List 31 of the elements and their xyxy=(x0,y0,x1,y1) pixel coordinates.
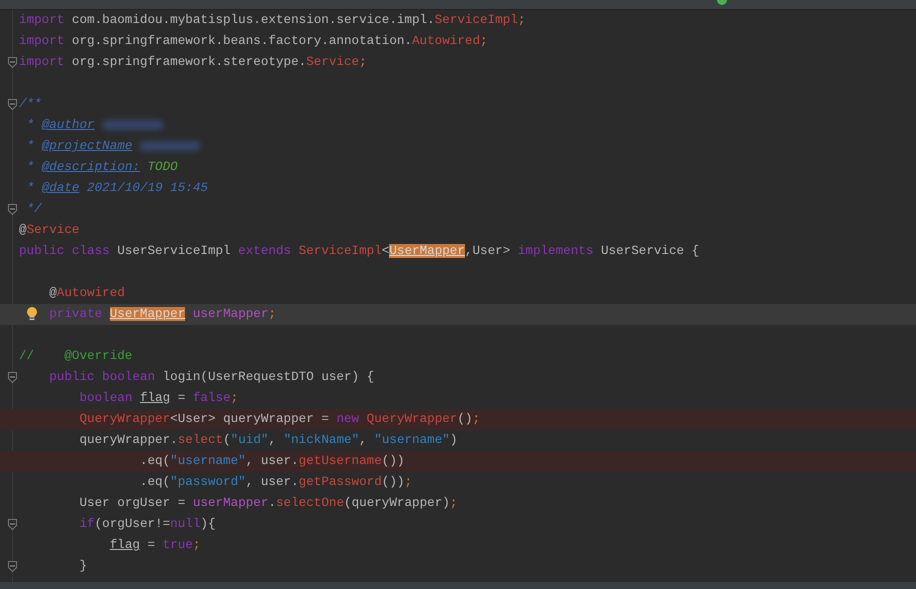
code-line: .eq("username", user.getUsername()) xyxy=(138,453,404,470)
code-line: User orgUser = userMapper.selectOne(queryWrapper); xyxy=(78,495,458,512)
code-line: import org.springframework.beans.factory.annotation.Autowired; xyxy=(19,33,488,50)
fold-marker-icon[interactable] xyxy=(8,57,17,68)
code-line: @Autowired xyxy=(48,285,125,302)
code-line: queryWrapper.select("uid", "nickName", "username") xyxy=(78,432,458,449)
code-line: /** xyxy=(19,96,42,113)
code-line: import org.springframework.stereotype.Service; xyxy=(19,54,367,71)
fold-marker-icon[interactable] xyxy=(8,561,17,572)
code-line: boolean flag = false; xyxy=(78,390,238,407)
code-line: import com.baomidou.mybatisplus.extension.service.impl.ServiceImpl; xyxy=(19,12,526,29)
code-line: flag = true; xyxy=(108,537,200,554)
code-line: */ xyxy=(26,201,42,218)
code-line: // @Override xyxy=(19,348,132,365)
code-line: * @description: TODO xyxy=(26,159,178,176)
code-line: * @author xyxy=(19,115,163,136)
code-line: * @projectName xyxy=(19,136,200,157)
fold-marker-icon[interactable] xyxy=(8,372,17,383)
fold-marker-icon[interactable] xyxy=(8,519,17,530)
code-line: public class UserServiceImpl extends ServiceImpl<UserMapper,User> implements UserService { xyxy=(19,243,700,260)
code-line: QueryWrapper<User> queryWrapper = new QueryWrapper(); xyxy=(78,411,480,428)
code-line: .eq("password", user.getPassword()); xyxy=(138,474,412,491)
code-line: } xyxy=(78,558,88,575)
code-line: * @date 2021/10/19 15:45 xyxy=(26,180,208,197)
code-line: @Service xyxy=(19,222,80,239)
code-line: if(orgUser!=null){ xyxy=(78,516,216,533)
lightbulb-icon[interactable] xyxy=(26,306,38,322)
fold-marker-icon[interactable] xyxy=(8,99,17,110)
fold-marker-icon[interactable] xyxy=(8,204,17,215)
code-line: private UserMapper userMapper; xyxy=(48,306,276,323)
code-line: public boolean login(UserRequestDTO user) { xyxy=(48,369,374,386)
